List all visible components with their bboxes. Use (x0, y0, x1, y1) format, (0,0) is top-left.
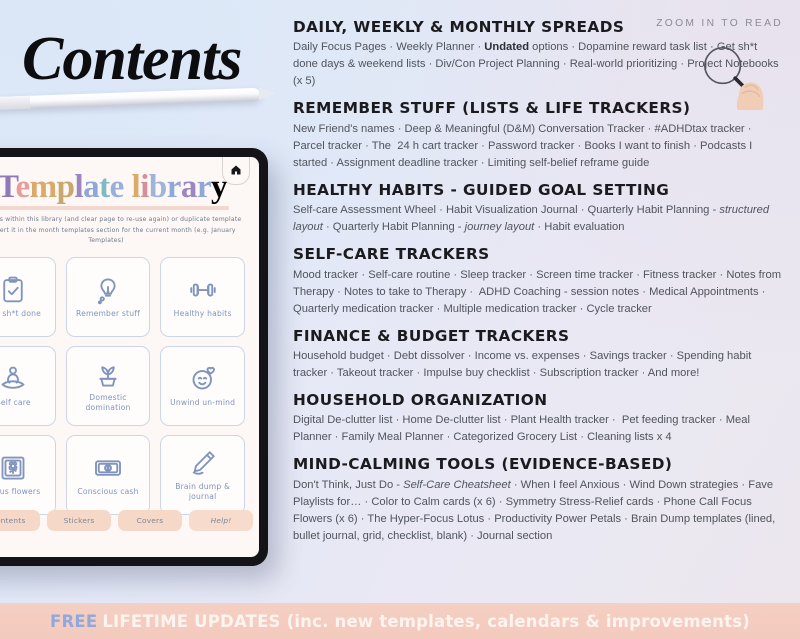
section-finance-budget-trackers: FINANCE & BUDGET TRACKERS Household budg… (293, 327, 785, 382)
template-card-get-sht-done[interactable]: Get sh*t done (0, 257, 56, 337)
home-icon (231, 165, 241, 175)
section-body: Household budget · Debt dissolver · Inco… (293, 349, 752, 379)
title-underline (0, 206, 229, 210)
card-label: Conscious cash (77, 486, 139, 496)
tablet-nav-bar: Contents Stickers Covers Help! (0, 510, 253, 531)
section-body: New Friend's names · Deep & Meaningful (… (293, 122, 753, 169)
section-body: Mood tracker · Self-care routine · Sleep… (293, 268, 782, 315)
template-card-self-care[interactable]: Self care (0, 346, 56, 426)
zoom-hint-label: ZOOM IN TO READ (656, 18, 783, 29)
dumbbell-icon (189, 283, 216, 297)
nav-button-contents[interactable]: Contents (0, 510, 40, 531)
nav-button-covers[interactable]: Covers (118, 510, 182, 531)
lightbulb-thought-icon (97, 278, 116, 305)
section-household-organization: HOUSEHOLD ORGANIZATION Digital De-clutte… (293, 391, 785, 446)
template-card-conscious-cash[interactable]: Conscious cash (65, 435, 151, 515)
section-body: Digital De-clutter list · Home De-clutte… (293, 414, 750, 444)
lifetime-updates-banner: FREE LIFETIME UPDATES (inc. new templates… (0, 603, 800, 639)
banner-free-label: FREE (50, 611, 98, 631)
tablet-screen: Template library templates within this l… (0, 157, 259, 557)
card-label: Unwind un-mind (170, 397, 236, 407)
smiley-heart-icon (192, 366, 215, 390)
clipboard-check-icon (3, 276, 24, 303)
potted-plant-icon (99, 366, 117, 387)
banner-rest-label: LIFETIME UPDATES (inc. new templates, ca… (102, 611, 750, 631)
card-label: Focus flowers (0, 486, 41, 496)
magnifying-glass-icon (704, 47, 764, 110)
section-mind-calming-tools: MIND-CALMING TOOLS (EVIDENCE-BASED) Don'… (293, 455, 785, 544)
template-card-unwind-unmind[interactable]: Unwind un-mind (160, 346, 245, 426)
card-label: Remember stuff (75, 308, 140, 318)
section-body: Self-care Assessment Wheel · Habit Visua… (293, 204, 770, 234)
section-heading: FINANCE & BUDGET TRACKERS (293, 326, 570, 345)
pencil-icon (192, 451, 215, 475)
meditation-icon (1, 366, 25, 389)
section-self-care-trackers: SELF-CARE TRACKERS Mood tracker · Self-c… (293, 245, 785, 317)
section-heading: SELF-CARE TRACKERS (293, 245, 490, 264)
nav-button-help[interactable]: Help! (189, 510, 253, 531)
section-heading: HEALTHY HABITS - GUIDED GOAL SETTING (293, 180, 670, 199)
nav-button-stickers[interactable]: Stickers (47, 510, 111, 531)
card-label: Self care (0, 397, 31, 407)
banknote-icon (95, 460, 121, 476)
section-heading: HOUSEHOLD ORGANIZATION (293, 390, 548, 409)
section-body: Don't Think, Just Do - Self-Care Cheatsh… (293, 478, 776, 542)
pencil-flat-edge (0, 95, 31, 112)
framed-flower-icon (1, 456, 25, 480)
template-card-healthy-habits[interactable]: Healthy habits (160, 257, 245, 337)
template-card-focus-flowers[interactable]: Focus flowers (0, 435, 56, 515)
card-label: Brain dump & journal (175, 481, 231, 501)
section-heading: MIND-CALMING TOOLS (EVIDENCE-BASED) (293, 455, 673, 474)
contents-list: ZOOM IN TO READ DAILY, WEEKLY & MONTHLY … (293, 18, 785, 554)
poster-canvas: Contents Template library templates with… (0, 0, 800, 639)
template-card-grid: Get sh*t done Remember stuff (0, 257, 245, 515)
template-card-domestic-domination[interactable]: Domestic domination (65, 346, 151, 426)
tablet-mockup: Template library templates within this l… (0, 148, 268, 566)
banner-text: FREE LIFETIME UPDATES (inc. new templates… (50, 612, 750, 631)
card-label: Get sh*t done (0, 308, 42, 318)
section-remember-stuff: REMEMBER STUFF (LISTS & LIFE TRACKERS) N… (293, 99, 785, 171)
template-library-title: Template library (0, 169, 228, 205)
card-label: Healthy habits (173, 308, 232, 318)
page-title: Contents (22, 25, 242, 93)
section-healthy-habits: HEALTHY HABITS - GUIDED GOAL SETTING Sel… (293, 181, 785, 236)
home-button[interactable] (222, 157, 250, 185)
library-description: templates within this library (and clear… (0, 216, 242, 244)
template-card-remember-stuff[interactable]: Remember stuff (65, 257, 151, 337)
card-label: Domestic domination (85, 392, 131, 412)
template-card-brain-dump[interactable]: Brain dump & journal (160, 435, 245, 515)
